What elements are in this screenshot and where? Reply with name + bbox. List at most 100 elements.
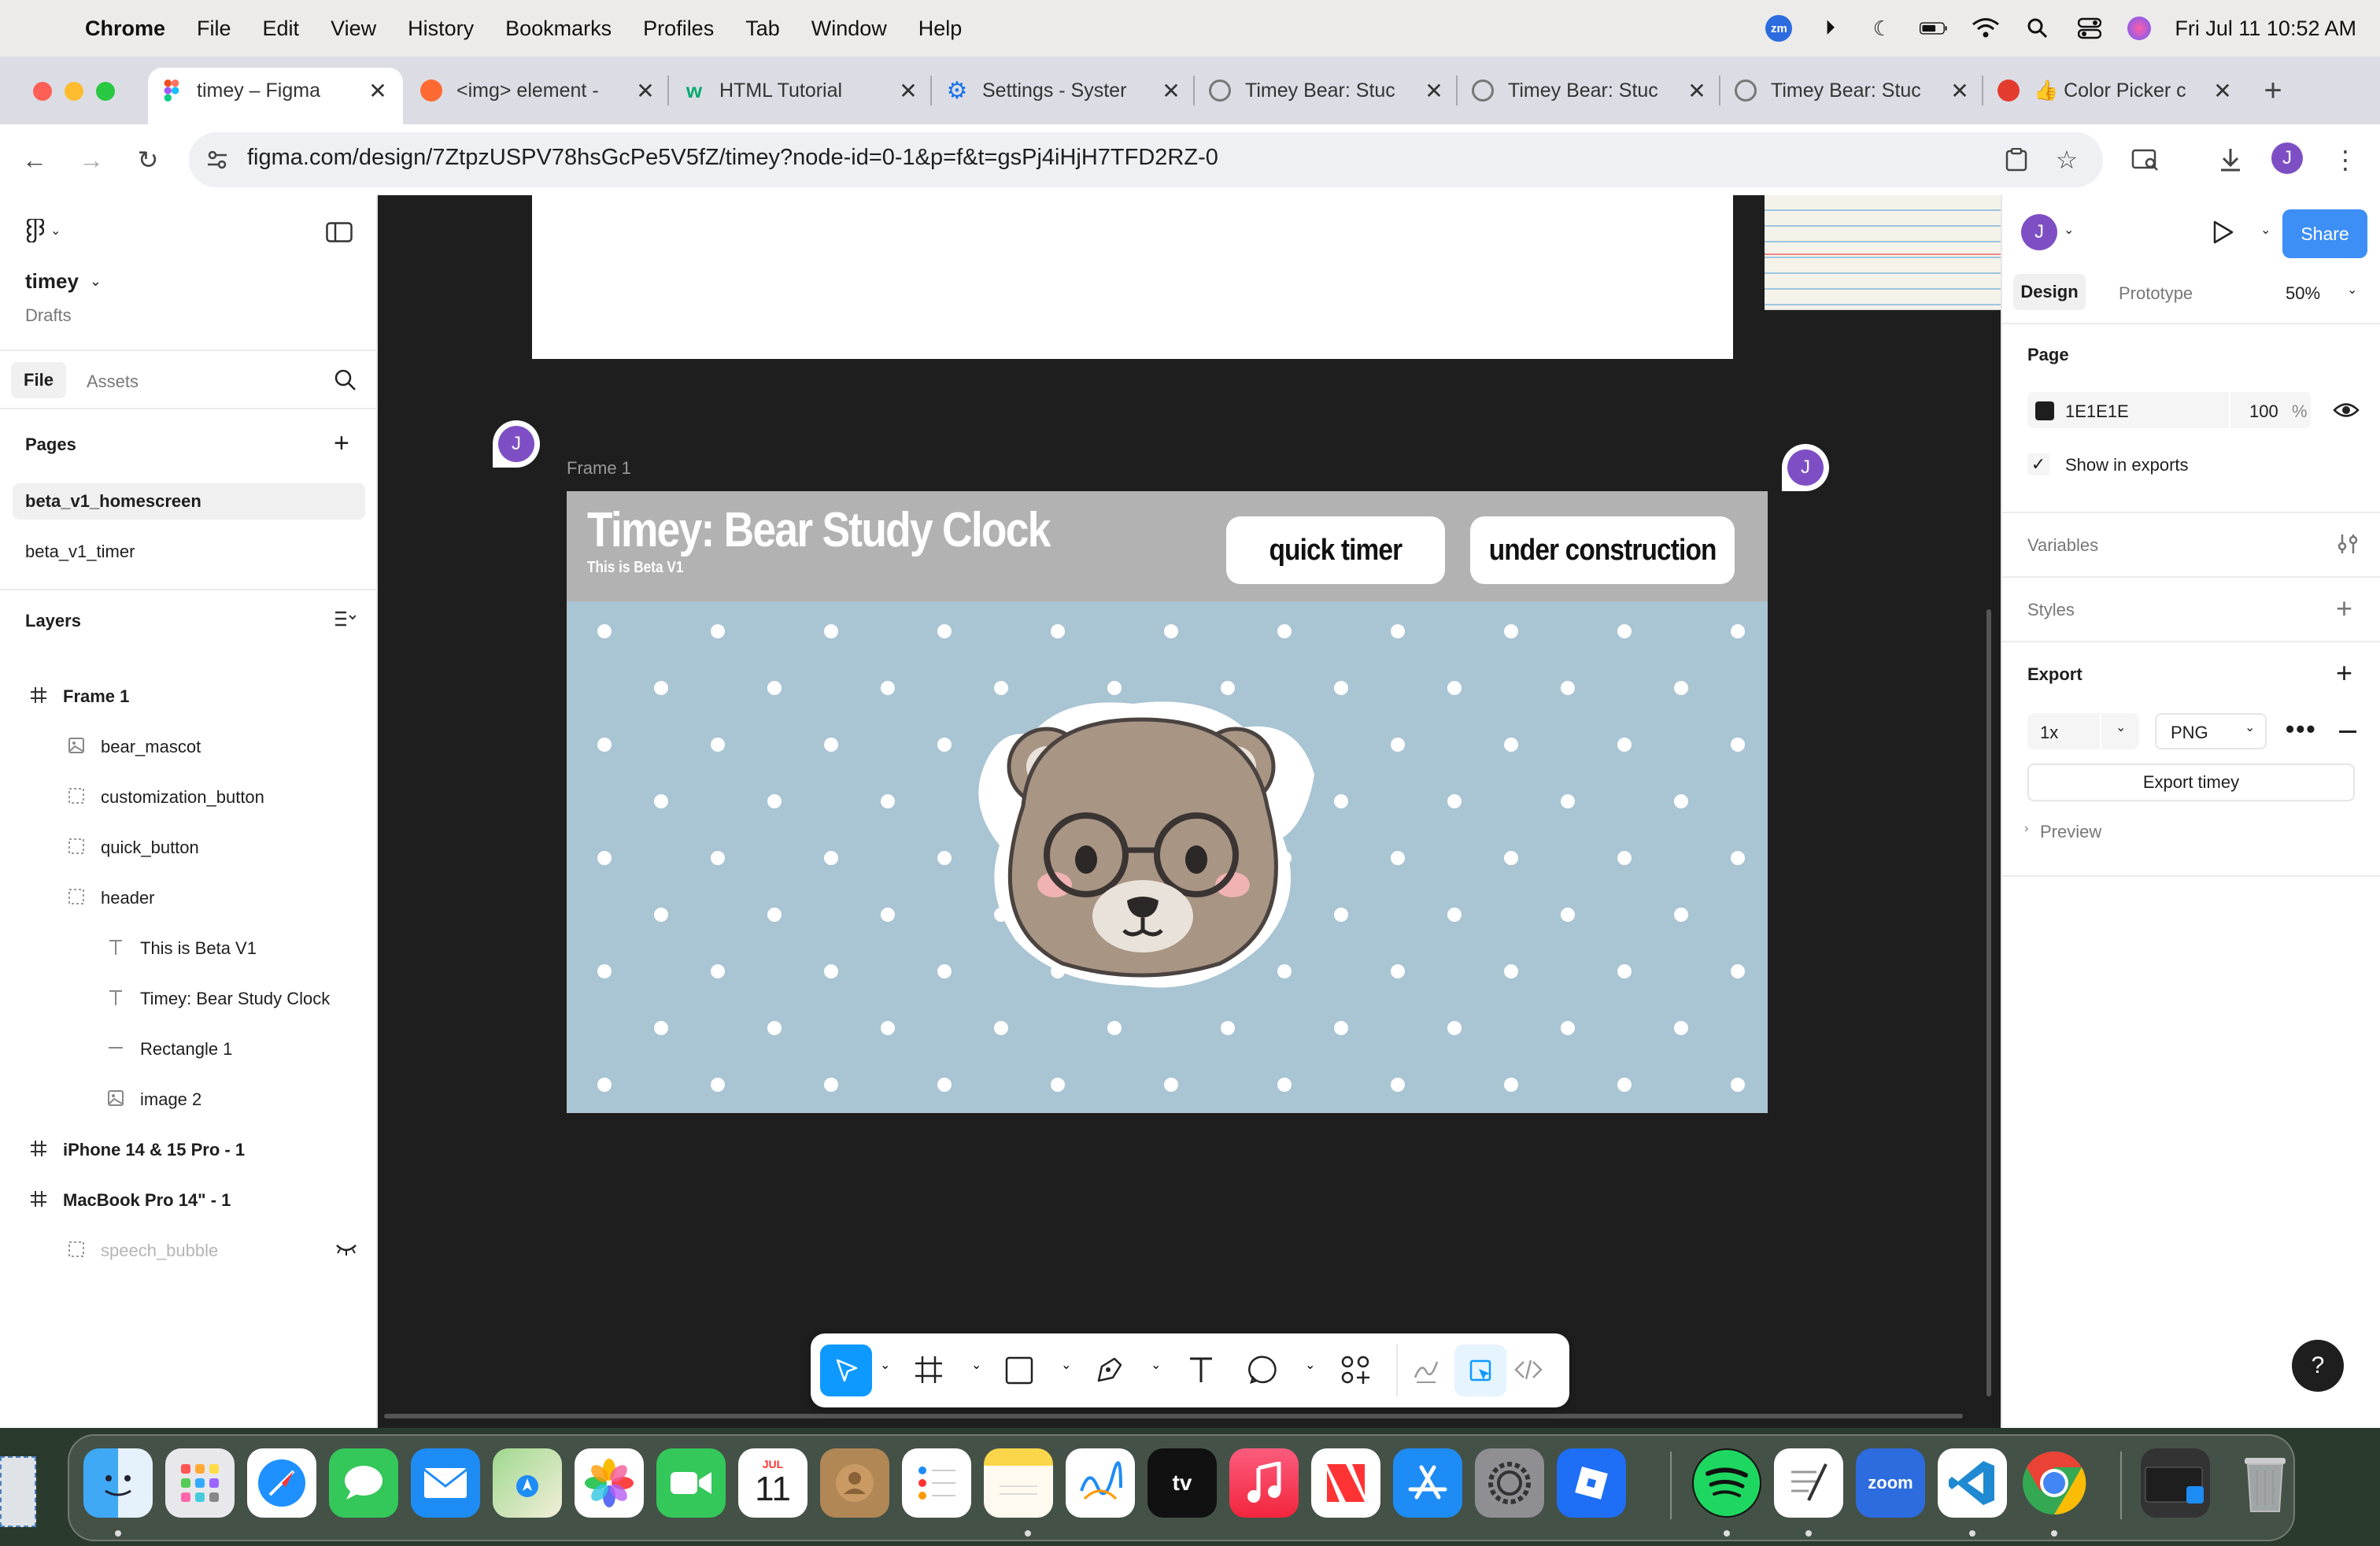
tab-color-picker[interactable]: 👍 Color Picker c ✕ [1998, 68, 2234, 113]
layer-row[interactable]: Rectangle 1 [0, 1030, 378, 1066]
dock-zoom[interactable]: zoom [1856, 1448, 1925, 1518]
menu-app-name[interactable]: Chrome [85, 17, 165, 41]
dev-mode-button[interactable] [1513, 1354, 1544, 1389]
tab-prototype[interactable]: Prototype [2119, 283, 2193, 304]
wifi-icon[interactable] [1972, 14, 2000, 43]
dock-safari[interactable] [247, 1448, 316, 1518]
present-button[interactable] [2208, 219, 2235, 250]
dock-trash[interactable] [2230, 1448, 2300, 1518]
variables-settings-icon[interactable] [2336, 532, 2360, 560]
dock-reminders[interactable] [902, 1448, 971, 1518]
export-button[interactable]: Export timey [2027, 764, 2355, 801]
header[interactable]: Timey: Bear Study Clock This is Beta V1 … [567, 491, 1768, 601]
zoom-status-icon[interactable]: zm [1765, 15, 1793, 42]
page-color-value[interactable]: 1E1E1E [2065, 401, 2129, 422]
frame-tool-button[interactable] [913, 1354, 944, 1389]
desktop-file[interactable] [0, 1456, 36, 1527]
frame-1[interactable]: Timey: Bear Study Clock This is Beta V1 … [567, 491, 1768, 1113]
tab-close-icon[interactable]: ✕ [367, 78, 389, 104]
page-item-homescreen[interactable]: beta_v1_homescreen [13, 483, 365, 520]
add-style-icon[interactable]: + [2336, 592, 2352, 625]
add-page-icon[interactable]: + [334, 428, 349, 459]
layer-row[interactable]: iPhone 14 & 15 Pro - 1 [0, 1130, 378, 1167]
bookmark-star-icon[interactable]: ☆ [2049, 142, 2084, 177]
preview-toggle[interactable]: Preview [2040, 822, 2101, 842]
layer-row[interactable]: Frame 1 [0, 677, 378, 713]
menubar-clock[interactable]: Fri Jul 11 10:52 AM [2175, 17, 2356, 41]
visibility-eye-icon[interactable] [2333, 398, 2360, 427]
move-tool-button[interactable] [820, 1344, 872, 1396]
search-icon[interactable] [334, 368, 357, 397]
dock-mail[interactable] [411, 1448, 480, 1518]
tab-timey-bear-2[interactable]: Timey Bear: Stuc ✕ [1472, 68, 1708, 113]
menu-tab[interactable]: Tab [745, 17, 780, 41]
help-button[interactable]: ? [2292, 1340, 2344, 1392]
vertical-scrollbar[interactable] [1986, 609, 1991, 1396]
control-center-icon[interactable] [2075, 14, 2104, 43]
moon-icon[interactable]: ☾ [1868, 14, 1896, 43]
layer-row[interactable]: Timey: Bear Study Clock [0, 979, 378, 1015]
pen-tool-button[interactable] [1094, 1354, 1125, 1389]
tab-timey-figma[interactable]: timey – Figma ✕ [148, 68, 403, 124]
tab-close-icon[interactable]: ✕ [2212, 78, 2234, 104]
apple-icon[interactable] [31, 13, 58, 43]
dock-apple-tv[interactable]: tv [1148, 1448, 1217, 1518]
dock-chrome[interactable] [2020, 1448, 2089, 1518]
minimize-window-button[interactable] [65, 82, 83, 101]
profile-avatar[interactable]: J [2271, 142, 2303, 174]
rectangle-tool-button[interactable] [1004, 1356, 1034, 1389]
page-item-timer[interactable]: beta_v1_timer [25, 542, 135, 562]
tab-close-icon[interactable]: ✕ [897, 78, 919, 104]
tab-file[interactable]: File [11, 362, 66, 398]
reload-icon[interactable]: ↻ [131, 142, 165, 177]
dock-notes[interactable] [984, 1448, 1053, 1518]
menu-file[interactable]: File [197, 17, 231, 41]
layer-row[interactable]: image 2 [0, 1080, 378, 1116]
variables-title[interactable]: Variables [2027, 535, 2098, 556]
zoom-dropdown-icon[interactable]: ⌄ [2347, 282, 2357, 298]
dock-photos[interactable] [575, 1448, 644, 1518]
tab-close-icon[interactable]: ✕ [1686, 78, 1708, 104]
layer-row[interactable]: header [0, 878, 378, 915]
layer-row[interactable]: bear_mascot [0, 727, 378, 764]
pen-dropdown-icon[interactable]: ⌄ [1151, 1357, 1161, 1373]
actions-button[interactable] [1340, 1354, 1371, 1389]
new-tab-icon[interactable]: + [2256, 73, 2290, 108]
toggle-sidebar-icon[interactable] [326, 222, 353, 247]
comment-tool-button[interactable] [1248, 1354, 1280, 1389]
forward-icon[interactable]: → [74, 142, 109, 177]
dock-app-store[interactable] [1393, 1448, 1462, 1518]
hidden-eye-icon[interactable] [335, 1241, 357, 1261]
layer-row[interactable]: This is Beta V1 [0, 929, 378, 965]
chevron-down-icon[interactable]: ⌄ [2064, 222, 2074, 238]
page-opacity-value[interactable]: 100 [2249, 401, 2278, 422]
present-dropdown-icon[interactable]: ⌄ [2260, 222, 2271, 238]
dock-spotify[interactable] [1692, 1448, 1761, 1518]
dock-maps[interactable] [493, 1448, 562, 1518]
text-tool-button[interactable] [1185, 1354, 1217, 1389]
tab-img-element[interactable]: <img> element - ✕ [420, 68, 656, 113]
dock-news[interactable] [1311, 1448, 1380, 1518]
layer-row[interactable]: MacBook Pro 14" - 1 [0, 1181, 378, 1217]
menu-profiles[interactable]: Profiles [643, 17, 714, 41]
notebook-image[interactable] [1765, 195, 2001, 310]
tab-close-icon[interactable]: ✕ [1423, 78, 1445, 104]
dock-music[interactable] [1229, 1448, 1299, 1518]
styles-title[interactable]: Styles [2027, 600, 2075, 620]
page-color-field[interactable]: 1E1E1E 100 % [2027, 392, 2311, 428]
frame-label[interactable]: Frame 1 [567, 458, 631, 479]
layer-row[interactable]: quick_button [0, 828, 378, 864]
menu-help[interactable]: Help [918, 17, 963, 41]
add-export-icon[interactable]: + [2336, 656, 2352, 690]
remove-export-icon[interactable] [2339, 730, 2356, 733]
back-icon[interactable]: ← [17, 142, 52, 177]
search-icon[interactable] [2023, 14, 2052, 43]
dock-calendar[interactable]: JUL 11 [738, 1448, 808, 1518]
collapse-layers-icon[interactable] [334, 609, 357, 633]
site-settings-icon[interactable] [200, 142, 235, 177]
menu-window[interactable]: Window [811, 17, 887, 41]
layer-row[interactable]: customization_button [0, 778, 378, 814]
dock-roblox[interactable] [1557, 1448, 1626, 1518]
export-more-icon[interactable]: ••• [2286, 715, 2317, 744]
bear-mascot[interactable] [968, 688, 1319, 994]
